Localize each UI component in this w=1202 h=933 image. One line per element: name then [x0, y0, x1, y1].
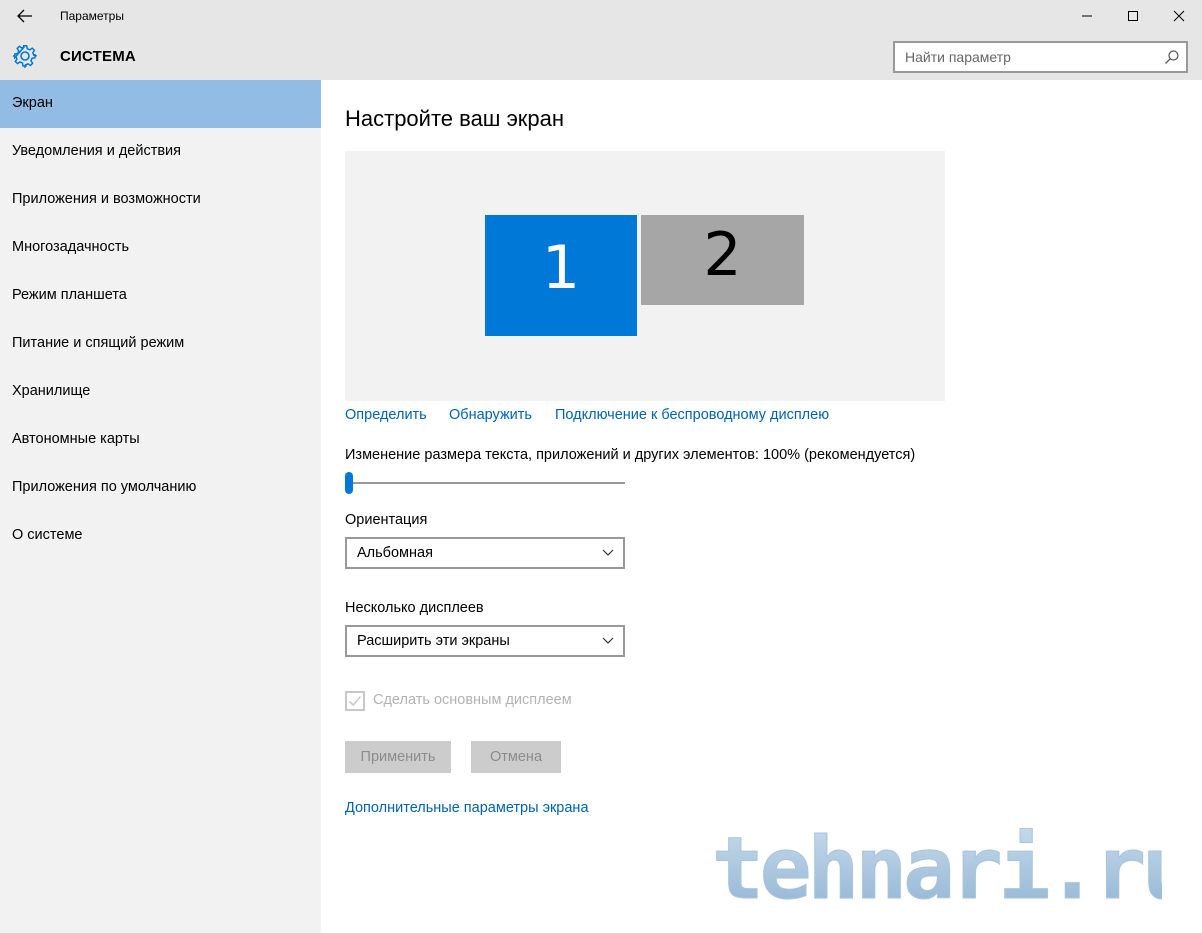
primary-display-checkbox[interactable] — [345, 691, 365, 711]
sidebar-item-offline-maps[interactable]: Автономные карты — [0, 416, 321, 464]
multiple-displays-select[interactable]: Расширить эти экраны — [345, 625, 625, 657]
sidebar-item-power-sleep[interactable]: Питание и спящий режим — [0, 320, 321, 368]
checkmark-icon — [348, 695, 362, 707]
sidebar-item-label: Автономные карты — [12, 431, 140, 447]
multiple-displays-label: Несколько дисплеев — [345, 600, 484, 616]
monitor-tile-2[interactable]: 2 — [641, 215, 804, 305]
search-input[interactable] — [905, 48, 1155, 66]
gear-icon — [12, 45, 37, 68]
display-arrangement: 1 2 — [345, 151, 945, 401]
sidebar-item-storage[interactable]: Хранилище — [0, 368, 321, 416]
orientation-label: Ориентация — [345, 512, 428, 528]
title-bar: Параметры — [0, 0, 1202, 32]
sidebar-item-default-apps[interactable]: Приложения по умолчанию — [0, 464, 321, 512]
chevron-down-icon — [602, 549, 614, 556]
maximize-icon — [1128, 11, 1138, 21]
apply-button[interactable]: Применить — [345, 741, 451, 773]
chevron-down-icon — [602, 637, 614, 644]
sidebar-item-about[interactable]: О системе — [0, 512, 321, 560]
sidebar-item-label: Режим планшета — [12, 287, 127, 303]
monitor-number: 2 — [703, 220, 742, 290]
search-box[interactable] — [893, 41, 1188, 73]
section-title: СИСТЕМА — [60, 48, 136, 65]
wireless-display-link[interactable]: Подключение к беспроводному дисплею — [555, 407, 829, 423]
scale-slider-track[interactable] — [345, 482, 625, 484]
watermark-logo: tehnari.ru — [712, 828, 1162, 908]
search-icon[interactable] — [1164, 49, 1180, 65]
sidebar-item-label: Многозадачность — [12, 239, 130, 255]
sidebar-item-label: Уведомления и действия — [12, 143, 181, 159]
sidebar-item-label: Питание и спящий режим — [12, 335, 185, 351]
identify-link[interactable]: Определить — [345, 407, 427, 423]
sidebar-item-label: Хранилище — [12, 383, 91, 399]
primary-display-label: Сделать основным дисплеем — [373, 692, 572, 708]
window-title: Параметры — [60, 9, 124, 23]
sidebar-item-label: Приложения по умолчанию — [12, 479, 197, 495]
main-content: Настройте ваш экран 1 2 Определить Обнар… — [321, 80, 1202, 933]
sidebar-item-multitasking[interactable]: Многозадачность — [0, 224, 321, 272]
sidebar-item-apps-features[interactable]: Приложения и возможности — [0, 176, 321, 224]
monitor-tile-1[interactable]: 1 — [485, 215, 637, 336]
page-title: Настройте ваш экран — [345, 106, 565, 131]
sidebar-item-label: О системе — [12, 527, 83, 543]
close-icon — [1173, 10, 1185, 22]
minimize-icon — [1082, 15, 1092, 17]
maximize-button[interactable] — [1110, 0, 1156, 32]
sidebar-item-tablet-mode[interactable]: Режим планшета — [0, 272, 321, 320]
settings-header: СИСТЕМА — [0, 32, 1202, 80]
sidebar-item-label: Экран — [12, 95, 53, 111]
sidebar-item-notifications[interactable]: Уведомления и действия — [0, 128, 321, 176]
advanced-display-settings-link[interactable]: Дополнительные параметры экрана — [345, 800, 589, 816]
back-button[interactable] — [10, 4, 40, 28]
sidebar: Экран Уведомления и действия Приложения … — [0, 80, 321, 933]
orientation-select[interactable]: Альбомная — [345, 537, 625, 569]
monitor-number: 1 — [541, 233, 581, 303]
multiple-displays-value: Расширить эти экраны — [357, 633, 510, 649]
detect-link[interactable]: Обнаружить — [449, 407, 532, 423]
sidebar-item-display[interactable]: Экран — [0, 80, 321, 128]
sidebar-item-label: Приложения и возможности — [12, 191, 201, 207]
cancel-button[interactable]: Отмена — [471, 741, 561, 773]
scale-label: Изменение размера текста, приложений и д… — [345, 447, 916, 463]
close-button[interactable] — [1156, 0, 1202, 32]
svg-text:tehnari.ru: tehnari.ru — [712, 828, 1162, 908]
scale-slider-thumb[interactable] — [345, 472, 353, 494]
orientation-value: Альбомная — [357, 545, 433, 561]
arrow-left-icon — [17, 9, 32, 23]
minimize-button[interactable] — [1064, 0, 1110, 32]
